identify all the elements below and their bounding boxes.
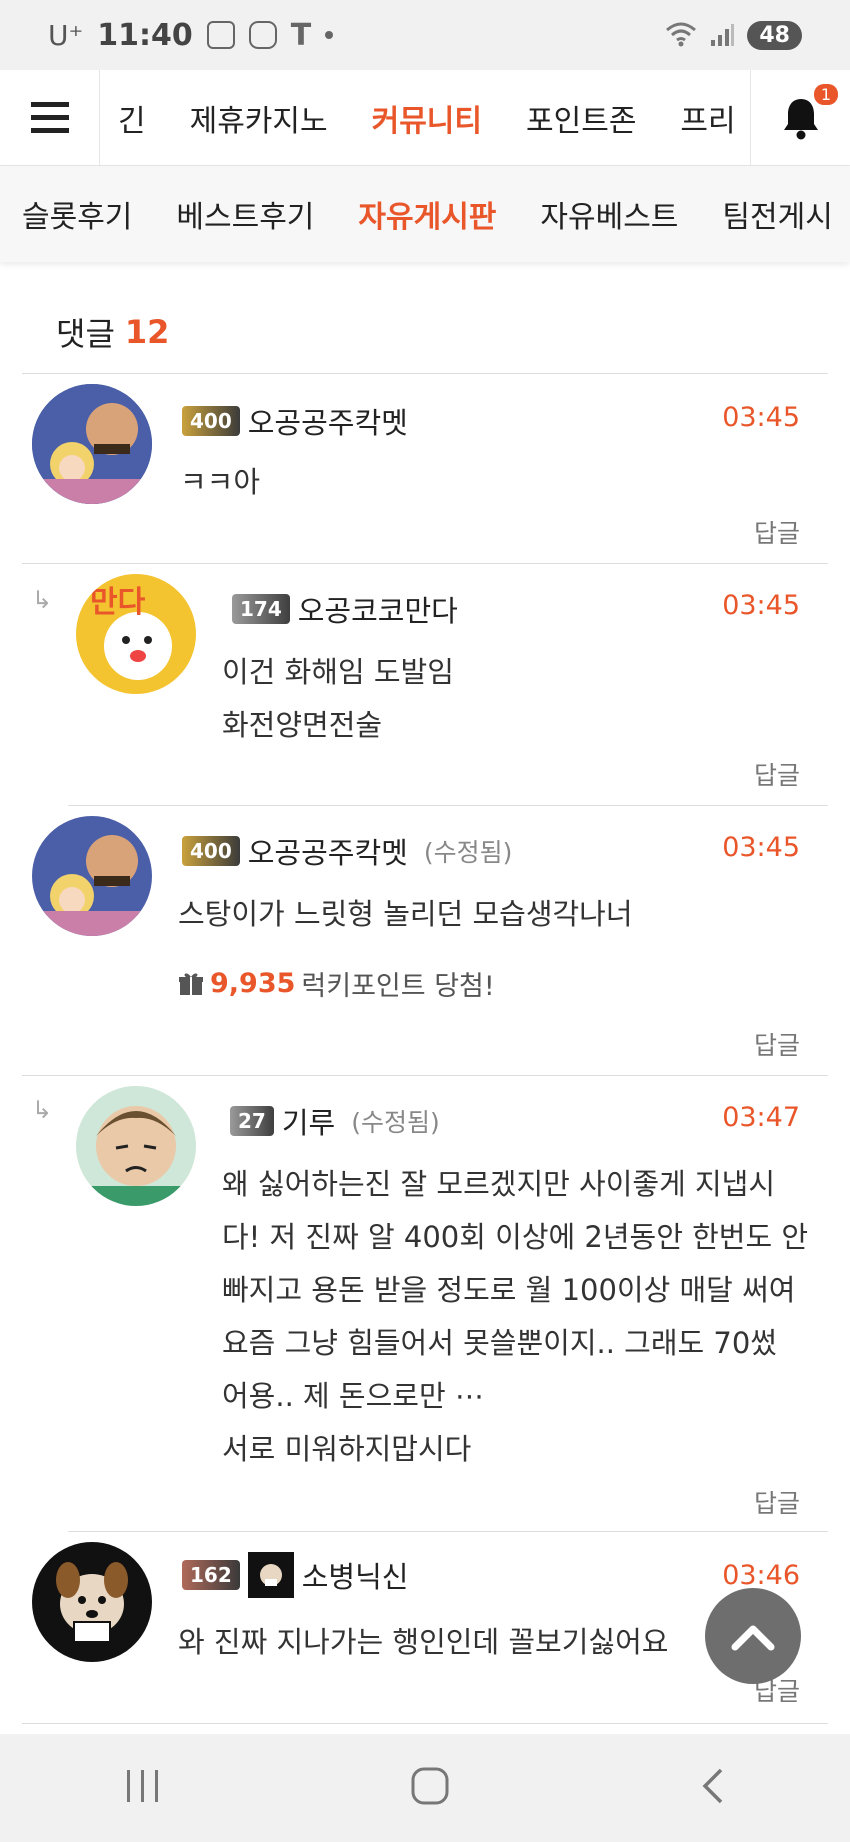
nav-item-partial[interactable]: 긴 (118, 96, 146, 140)
nav-item-community[interactable]: 커뮤니티 (372, 96, 482, 140)
comment-reply-item: 만다 174 오공코코만다 03:45 이건 화해임 도발임 화전양면전술 답글 (68, 564, 828, 806)
top-navigation: 긴 제휴카지노 커뮤니티 포인트존 프리 1 (0, 69, 850, 166)
tab-free-best[interactable]: 자유베스트 (540, 192, 678, 236)
recent-apps-icon (127, 1770, 159, 1802)
nav-item-point-zone[interactable]: 포인트존 (526, 96, 636, 140)
author-name[interactable]: 오공공주칵멧 (248, 830, 408, 872)
nav-item-free[interactable]: 프리 (680, 96, 735, 140)
comment-line: 스탕이가 느릿형 놀리던 모습생각나너 (178, 897, 633, 931)
level-badge: 400 (182, 406, 240, 436)
comment-line: ㅋㅋ아 (180, 465, 261, 499)
reply-arrow-icon: ↳ (32, 586, 53, 614)
comment-line: 다! 저 진짜 알 400회 이상에 2년동안 한번도 안 (222, 1220, 809, 1254)
system-navigation-bar (0, 1734, 850, 1842)
level-badge: 162 (182, 1560, 240, 1590)
screenshot-icon (206, 21, 235, 49)
svg-text:만다: 만다 (90, 585, 146, 620)
comment-meta: 162 소병닉신 (182, 1552, 408, 1598)
tab-slot-review[interactable]: 슬롯후기 (22, 192, 132, 236)
status-bar: U⁺ 11:40 T 48 (0, 0, 850, 70)
signal-icon (711, 24, 735, 46)
top-nav-tabs[interactable]: 긴 제휴카지노 커뮤니티 포인트존 프리 (100, 70, 750, 166)
mini-avatar (247, 1552, 294, 1598)
chevron-up-icon (731, 1625, 775, 1651)
reply-button[interactable]: 답글 (754, 514, 800, 550)
comment-meta: 400 오공공주칵멧 (182, 400, 408, 442)
notification-badge: 1 (813, 83, 838, 105)
comment-time: 03:47 (722, 1102, 800, 1133)
comment-time: 03:45 (722, 590, 800, 621)
author-name[interactable]: 소병닉신 (302, 1554, 409, 1596)
comment-text: 이건 화해임 도발임 화전양면전술 (222, 646, 454, 752)
gift-icon (179, 973, 203, 995)
level-badge: 27 (230, 1106, 274, 1136)
instagram-icon (248, 21, 277, 49)
home-button[interactable] (410, 1766, 450, 1810)
back-button[interactable] (697, 1766, 727, 1810)
comment-line: 왜 싫어하는진 잘 모르겠지만 사이좋게 지냅시 (222, 1167, 776, 1201)
nav-item-partner-casino[interactable]: 제휴카지노 (190, 96, 328, 140)
clock: 11:40 (97, 17, 193, 53)
avatar[interactable] (32, 1542, 152, 1662)
comment-text: 와 진짜 지나가는 행인인데 꼴보기싫어요 (178, 1616, 668, 1669)
scroll-to-top-button[interactable] (705, 1588, 801, 1684)
reply-arrow-icon: ↳ (32, 1096, 53, 1124)
author-name[interactable]: 오공코코만다 (298, 588, 458, 630)
level-badge: 400 (182, 836, 240, 866)
tab-best-review[interactable]: 베스트후기 (176, 192, 314, 236)
hamburger-icon (30, 101, 69, 133)
comment-meta: 400 오공공주칵멧 (수정됨) (182, 830, 512, 872)
carrier-label: U⁺ (48, 18, 84, 52)
battery-indicator: 48 (747, 20, 802, 50)
comment-line: 빠지고 용돈 받을 정도로 월 100이상 매달 써여 (222, 1273, 796, 1307)
reply-button[interactable]: 답글 (754, 1026, 800, 1062)
comment-line: 요즘 그냥 힘들어서 못쓸뿐이지.. 그래도 70썼 (222, 1326, 777, 1360)
back-icon (702, 1768, 722, 1804)
comment-reply-item: 27 기루 (수정됨) 03:47 왜 싫어하는진 잘 모르겠지만 사이좋게 지… (68, 1076, 828, 1532)
notification-button[interactable]: 1 (750, 69, 850, 166)
comment-time: 03:45 (722, 832, 800, 863)
comment-line: 어용.. 제 돈으로만 ⋯ (222, 1379, 484, 1413)
edited-label: (수정됨) (423, 838, 513, 867)
comments-header: 댓글 12 (22, 290, 828, 374)
avatar[interactable] (32, 816, 152, 936)
comment-line: 와 진짜 지나가는 행인인데 꼴보기싫어요 (178, 1625, 669, 1659)
comment-line: 이건 화해임 도발임 (222, 655, 454, 689)
author-name[interactable]: 오공공주칵멧 (248, 400, 408, 442)
comments-label: 댓글 (56, 314, 115, 353)
comment-line: 화전양면전술 (222, 708, 383, 742)
wifi-icon (666, 22, 697, 47)
comment-item: 400 오공공주칵멧 03:45 ㅋㅋ아 답글 (22, 374, 828, 564)
lucky-point-text: 럭키포인트 당첨! (301, 971, 495, 1002)
lucky-point-amount: 9,935 (210, 968, 296, 999)
notification-dot-icon (325, 31, 334, 39)
comment-item: 400 오공공주칵멧 (수정됨) 03:45 스탕이가 느릿형 놀리던 모습생각… (22, 806, 828, 1076)
comment-time: 03:46 (722, 1560, 800, 1591)
sub-navigation: 슬롯후기 베스트후기 자유게시판 자유베스트 팀전게시 (0, 166, 850, 262)
tab-team-board[interactable]: 팀전게시 (722, 192, 832, 236)
reply-button[interactable]: 답글 (754, 756, 800, 792)
tab-free-board[interactable]: 자유게시판 (358, 192, 496, 236)
comment-text: 왜 싫어하는진 잘 모르겠지만 사이좋게 지냅시 다! 저 진짜 알 400회 … (222, 1158, 808, 1476)
avatar[interactable] (32, 384, 152, 504)
comment-text: 스탕이가 느릿형 놀리던 모습생각나너 (178, 888, 633, 941)
author-name[interactable]: 기루 (282, 1100, 335, 1142)
comments-count: 12 (124, 312, 170, 351)
bell-icon (783, 98, 818, 139)
lucky-point-notice: 9,935 럭키포인트 당첨! (178, 964, 495, 1003)
comment-time: 03:45 (722, 402, 800, 433)
comment-text: ㅋㅋ아 (180, 456, 260, 509)
comment-meta: 27 기루 (수정됨) (230, 1100, 440, 1142)
avatar[interactable] (76, 1086, 196, 1206)
reply-button[interactable]: 답글 (754, 1484, 800, 1520)
home-icon (411, 1767, 449, 1805)
menu-button[interactable] (0, 69, 100, 166)
recent-apps-button[interactable] (123, 1768, 163, 1808)
comment-line: 서로 미워하지맙시다 (222, 1432, 472, 1466)
level-badge: 174 (232, 594, 290, 624)
t-icon: T (290, 17, 312, 53)
edited-label: (수정됨) (351, 1108, 440, 1137)
avatar[interactable]: 만다 (76, 574, 196, 694)
comment-meta: 174 오공코코만다 (232, 588, 458, 630)
